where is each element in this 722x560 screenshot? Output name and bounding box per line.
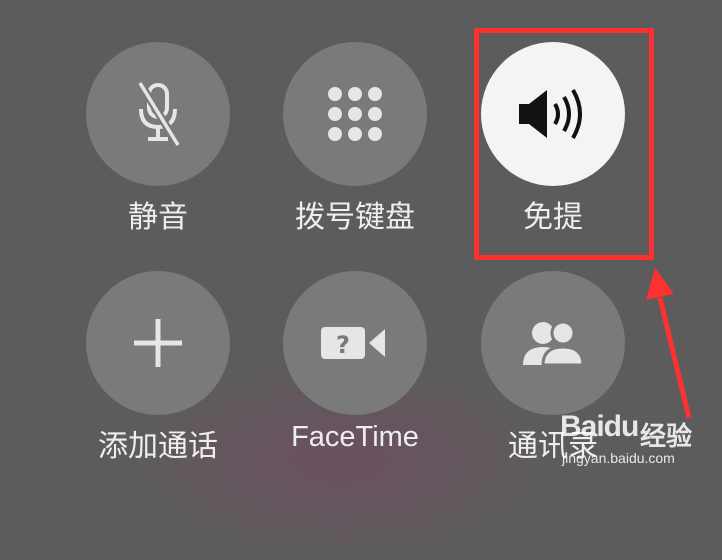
facetime-video-icon: ?	[321, 327, 385, 359]
baidu-watermark: Baidu 经验 jingyan.baidu.com	[560, 404, 720, 476]
mute-button[interactable]: 静音	[86, 42, 230, 235]
add-call-circle[interactable]	[86, 271, 230, 415]
add-call-label: 添加通话	[98, 429, 218, 464]
add-call-button[interactable]: 添加通话	[86, 271, 230, 464]
facetime-circle[interactable]: ?	[283, 271, 427, 415]
plus-icon	[134, 319, 182, 367]
mute-label: 静音	[128, 200, 188, 235]
keypad-icon	[328, 87, 382, 141]
watermark-jingyan: 经验	[640, 422, 693, 452]
contacts-circle[interactable]	[481, 271, 625, 415]
keypad-label: 拨号键盘	[295, 200, 415, 235]
facetime-button[interactable]: ? FaceTime	[283, 271, 427, 461]
mute-circle[interactable]	[86, 42, 230, 186]
contacts-icon	[523, 320, 585, 367]
watermark-logo: Baidu	[560, 410, 639, 443]
facetime-label: FaceTime	[291, 421, 419, 453]
watermark-url: jingyan.baidu.com	[562, 450, 675, 466]
keypad-button[interactable]: 拨号键盘	[283, 42, 427, 235]
microphone-muted-icon	[136, 80, 182, 148]
svg-text:?: ?	[336, 331, 350, 359]
highlight-box	[474, 28, 654, 260]
keypad-circle[interactable]	[283, 42, 427, 186]
